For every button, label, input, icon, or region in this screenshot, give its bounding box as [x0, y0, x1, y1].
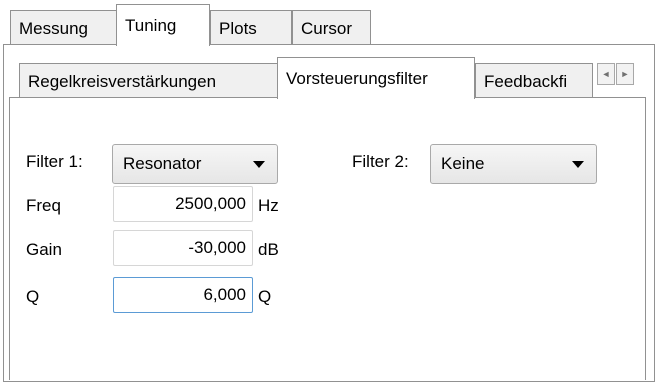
chevron-down-icon — [572, 161, 584, 168]
vorsteuerungsfilter-panel — [9, 97, 646, 380]
freq-label: Freq — [26, 196, 61, 215]
freq-value: 2500,000 — [175, 194, 246, 213]
filter1-label: Filter 1: — [26, 152, 83, 171]
filter1-value: Resonator — [123, 154, 202, 173]
filter2-value: Keine — [441, 154, 485, 173]
gain-input[interactable]: -30,000 — [113, 230, 253, 266]
q-input[interactable]: 6,000 — [113, 277, 253, 313]
tab-feedbackfilter-label: Feedbackfi — [484, 71, 568, 91]
tab-vorsteuerungsfilter-label: Vorsteuerungsfilter — [286, 68, 428, 88]
filter2-label: Filter 2: — [352, 152, 409, 171]
filter1-select[interactable]: Resonator — [112, 144, 278, 184]
tab-feedbackfilter[interactable]: Feedbackfi — [475, 63, 593, 99]
freq-unit: Hz — [258, 196, 279, 215]
scroll-left-button[interactable]: ◄ — [597, 63, 615, 85]
tab-plots[interactable]: Plots — [210, 10, 292, 46]
tab-regelkreisverstaerkungen-label: Regelkreisverstärkungen — [28, 71, 217, 91]
tab-plots-label: Plots — [219, 18, 257, 38]
arrow-right-icon: ► — [620, 69, 630, 79]
q-unit: Q — [258, 287, 272, 306]
arrow-left-icon: ◄ — [601, 69, 611, 79]
gain-value: -30,000 — [188, 238, 246, 257]
scroll-right-button[interactable]: ► — [616, 63, 634, 85]
chevron-down-icon — [253, 161, 265, 168]
tab-messung-label: Messung — [19, 18, 88, 38]
q-label: Q — [26, 287, 40, 306]
tab-cursor[interactable]: Cursor — [292, 10, 371, 46]
filter2-select[interactable]: Keine — [430, 144, 597, 184]
freq-input[interactable]: 2500,000 — [113, 186, 253, 222]
tab-vorsteuerungsfilter[interactable]: Vorsteuerungsfilter — [277, 57, 475, 99]
tab-messung[interactable]: Messung — [10, 10, 118, 46]
gain-label: Gain — [26, 240, 62, 259]
tab-cursor-label: Cursor — [301, 18, 353, 38]
tab-tuning-label: Tuning — [125, 15, 177, 35]
q-value: 6,000 — [203, 285, 246, 304]
tab-regelkreisverstaerkungen[interactable]: Regelkreisverstärkungen — [19, 63, 278, 99]
gain-unit: dB — [258, 240, 279, 259]
tab-tuning[interactable]: Tuning — [116, 4, 210, 46]
